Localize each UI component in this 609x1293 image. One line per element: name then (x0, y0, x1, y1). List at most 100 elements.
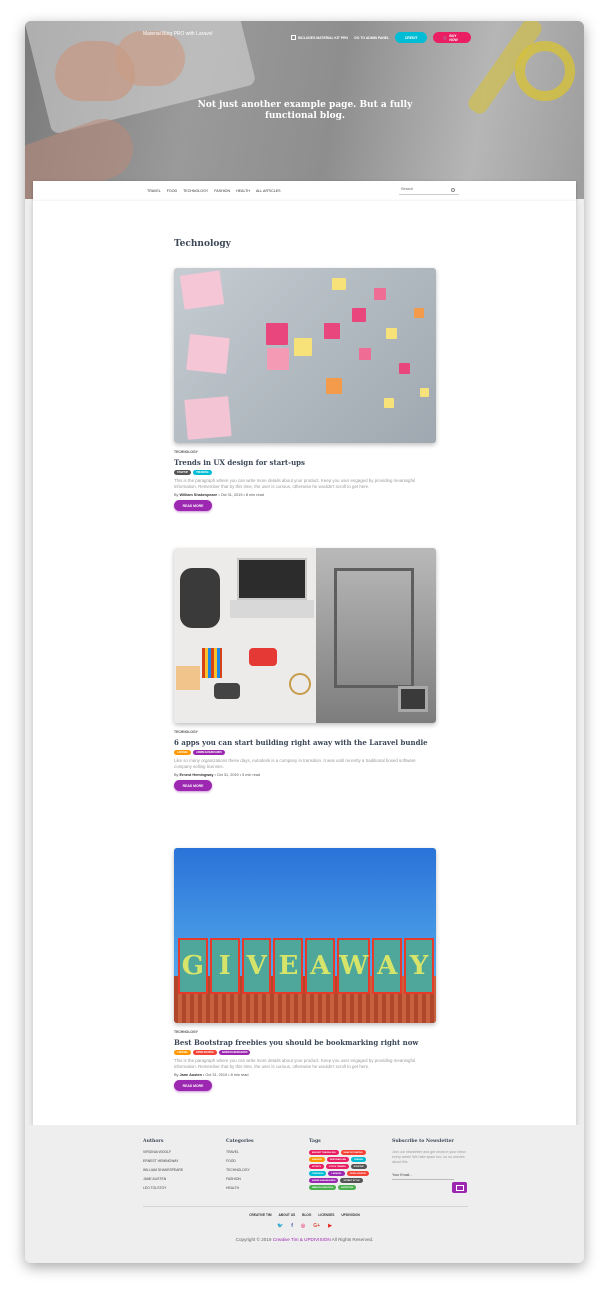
twitter-icon[interactable]: 🐦 (277, 1223, 283, 1229)
hand-image (115, 31, 185, 86)
footer-links: CREATIVE TIM ABOUT US BLOG LICENSES UPDI… (25, 1213, 584, 1217)
nav-link-health[interactable]: HEALTH (236, 189, 250, 193)
footer-category-link[interactable]: HEALTH (226, 1186, 254, 1190)
footer-category-link[interactable]: TRAVEL (226, 1150, 254, 1154)
subscribe-mail-button[interactable] (452, 1182, 467, 1193)
youtube-icon[interactable]: ▶ (328, 1223, 332, 1229)
sticky-note-image (266, 323, 288, 345)
post-image[interactable] (174, 548, 436, 723)
sticky-note-image (267, 348, 289, 370)
footer-tag-badge[interactable]: BUDGET TRAVELLING (309, 1150, 339, 1155)
footer-category-link[interactable]: TECHNOLOGY (226, 1168, 254, 1172)
dribbble-icon[interactable]: ◎ (301, 1223, 305, 1229)
tag-badge[interactable]: LARAVEL (174, 750, 192, 755)
tag-badge[interactable]: ADMIN DASHBOARDS (218, 1050, 251, 1055)
post-card: TECHNOLOGY Trends in UX design for start… (174, 268, 436, 511)
brand-link[interactable]: Material Blog PRO with Laravel (143, 31, 212, 37)
footer-author-link[interactable]: LEO TOLSTOY (143, 1186, 183, 1190)
post-author[interactable]: Ernest Hemingway (180, 773, 214, 777)
footer-tag-badge[interactable]: NUTRITION (338, 1185, 357, 1190)
footer-link-creative-tim[interactable]: CREATIVE TIM (249, 1213, 271, 1217)
post-image[interactable] (174, 268, 436, 443)
gear-part-image (289, 673, 311, 695)
post-title[interactable]: Best Bootstrap freebies you should be bo… (174, 1038, 436, 1047)
sticky-note-image (414, 308, 424, 318)
printer-display-image (398, 686, 428, 712)
nav-link-fashion[interactable]: FASHION (214, 189, 230, 193)
nav-link-food[interactable]: FOOD (167, 189, 177, 193)
post-title[interactable]: Trends in UX design for start-ups (174, 458, 436, 467)
cart-icon: 🛒 (443, 35, 448, 40)
footer-tag-badge[interactable]: ADMIN DASHBOARDS (309, 1178, 339, 1183)
copyright-suffix: All Rights Reserved. (331, 1237, 374, 1242)
footer-tag-badge[interactable]: DESTINATIONS (326, 1157, 349, 1162)
nav-link-travel[interactable]: TRAVEL (147, 189, 161, 193)
material-kit-link[interactable]: INCLUDES MATERIAL KIT PRO (291, 35, 348, 40)
sticky-note-image (184, 396, 232, 440)
sign-letter: Y (404, 938, 434, 994)
footer-tag-badge[interactable]: TRENDING (309, 1171, 327, 1176)
sign-letter: A (372, 938, 403, 994)
tag-badge[interactable]: STARTUP (174, 470, 192, 475)
footer-authors: Authors VIRGINIA WOOLF ERNEST HEMINGWAY … (143, 1139, 183, 1195)
red-part-image (249, 648, 277, 666)
post-byline: By William Shakespeare • Oct 31, 2019 • … (174, 493, 436, 497)
sign-letter: I (209, 938, 240, 994)
post-meta: • Oct 31, 2019 • 5 min read (214, 773, 261, 777)
robot-hand-image (180, 568, 220, 628)
sticky-note-image (332, 278, 346, 290)
tag-badge[interactable]: LARAVEL (174, 1050, 192, 1055)
search-input[interactable]: Search (399, 187, 459, 195)
footer-tag-badge[interactable]: OPEN SOURCE (346, 1171, 369, 1176)
nav-links: TRAVEL FOOD TECHNOLOGY FASHION HEALTH AL… (147, 189, 281, 193)
footer-tag-badge[interactable]: STYLE TRENDS (326, 1164, 349, 1169)
post-author[interactable]: Jane Austen (180, 1073, 202, 1077)
footer-tag-badge[interactable]: TRENDS (350, 1157, 366, 1162)
footer-tag-badge[interactable]: STARTUP (350, 1164, 367, 1169)
copyright: Copyright © 2019 Creative Tim & UPDIVISI… (25, 1237, 584, 1242)
post-author[interactable]: William Shakespeare (180, 493, 218, 497)
footer-author-link[interactable]: JANE AUSTEN (143, 1177, 183, 1181)
footer-tag-badge[interactable]: LARAVEL (328, 1171, 345, 1176)
sticky-note-image (386, 328, 397, 339)
footer-tag-badge[interactable]: SPORTS (309, 1164, 324, 1169)
footer-category-link[interactable]: FOOD (226, 1159, 254, 1163)
google-plus-icon[interactable]: G+ (313, 1223, 320, 1229)
notebook-image (176, 666, 200, 690)
footer-author-link[interactable]: ERNEST HEMINGWAY (143, 1159, 183, 1163)
read-more-button[interactable]: READ MORE (174, 780, 212, 791)
search-icon[interactable] (451, 188, 455, 192)
laptop-screen-image (237, 558, 307, 600)
footer-category-link[interactable]: FASHION (226, 1177, 254, 1181)
footer-tag-badge[interactable]: FASHION (309, 1157, 325, 1162)
footer-tag-badge[interactable]: HEALTHY EATING (340, 1150, 366, 1155)
facebook-icon[interactable]: f (291, 1223, 293, 1229)
email-input[interactable]: Your Email... (392, 1173, 454, 1180)
footer-author-link[interactable]: VIRGINIA WOOLF (143, 1150, 183, 1154)
read-more-button[interactable]: READ MORE (174, 500, 212, 511)
read-more-button[interactable]: READ MORE (174, 1080, 212, 1091)
post-tags: STARTUP TRENDING (174, 470, 436, 475)
footer-tag-badge[interactable]: STREET STYLE (340, 1178, 363, 1183)
credit-button[interactable]: CREDIT (395, 32, 428, 43)
tag-badge[interactable]: OPEN SOURCE (193, 1050, 217, 1055)
post-image[interactable]: G I V E A W A Y (174, 848, 436, 1023)
site-footer: Authors VIRGINIA WOOLF ERNEST HEMINGWAY … (25, 1125, 584, 1263)
footer-link-licenses[interactable]: LICENSES (318, 1213, 334, 1217)
footer-author-link[interactable]: WILLIAM SHAKESPEARE (143, 1168, 183, 1172)
hero-header: Material Blog PRO with Laravel INCLUDES … (25, 21, 584, 199)
tag-badge[interactable]: TRENDING (193, 470, 212, 475)
nav-link-all-articles[interactable]: ALL ARTICLES (256, 189, 281, 193)
copyright-links[interactable]: Creative Tim & UPDIVISION (273, 1237, 331, 1242)
admin-panel-link[interactable]: GO TO ADMIN PANEL (354, 36, 389, 40)
buy-now-button[interactable]: 🛒 BUY NOW (433, 32, 472, 43)
footer-authors-title: Authors (143, 1139, 164, 1144)
footer-link-blog[interactable]: BLOG (302, 1213, 311, 1217)
post-title[interactable]: 6 apps you can start building right away… (174, 738, 436, 747)
footer-link-updivision[interactable]: UPDIVISION (341, 1213, 359, 1217)
footer-categories: Categories TRAVEL FOOD TECHNOLOGY FASHIO… (226, 1139, 254, 1195)
nav-link-technology[interactable]: TECHNOLOGY (183, 189, 208, 193)
footer-link-about-us[interactable]: ABOUT US (279, 1213, 296, 1217)
footer-tag-badge[interactable]: HEALTH LIFESTYLE (309, 1185, 337, 1190)
tag-badge[interactable]: ADMIN DASHBOARDS (193, 750, 225, 755)
